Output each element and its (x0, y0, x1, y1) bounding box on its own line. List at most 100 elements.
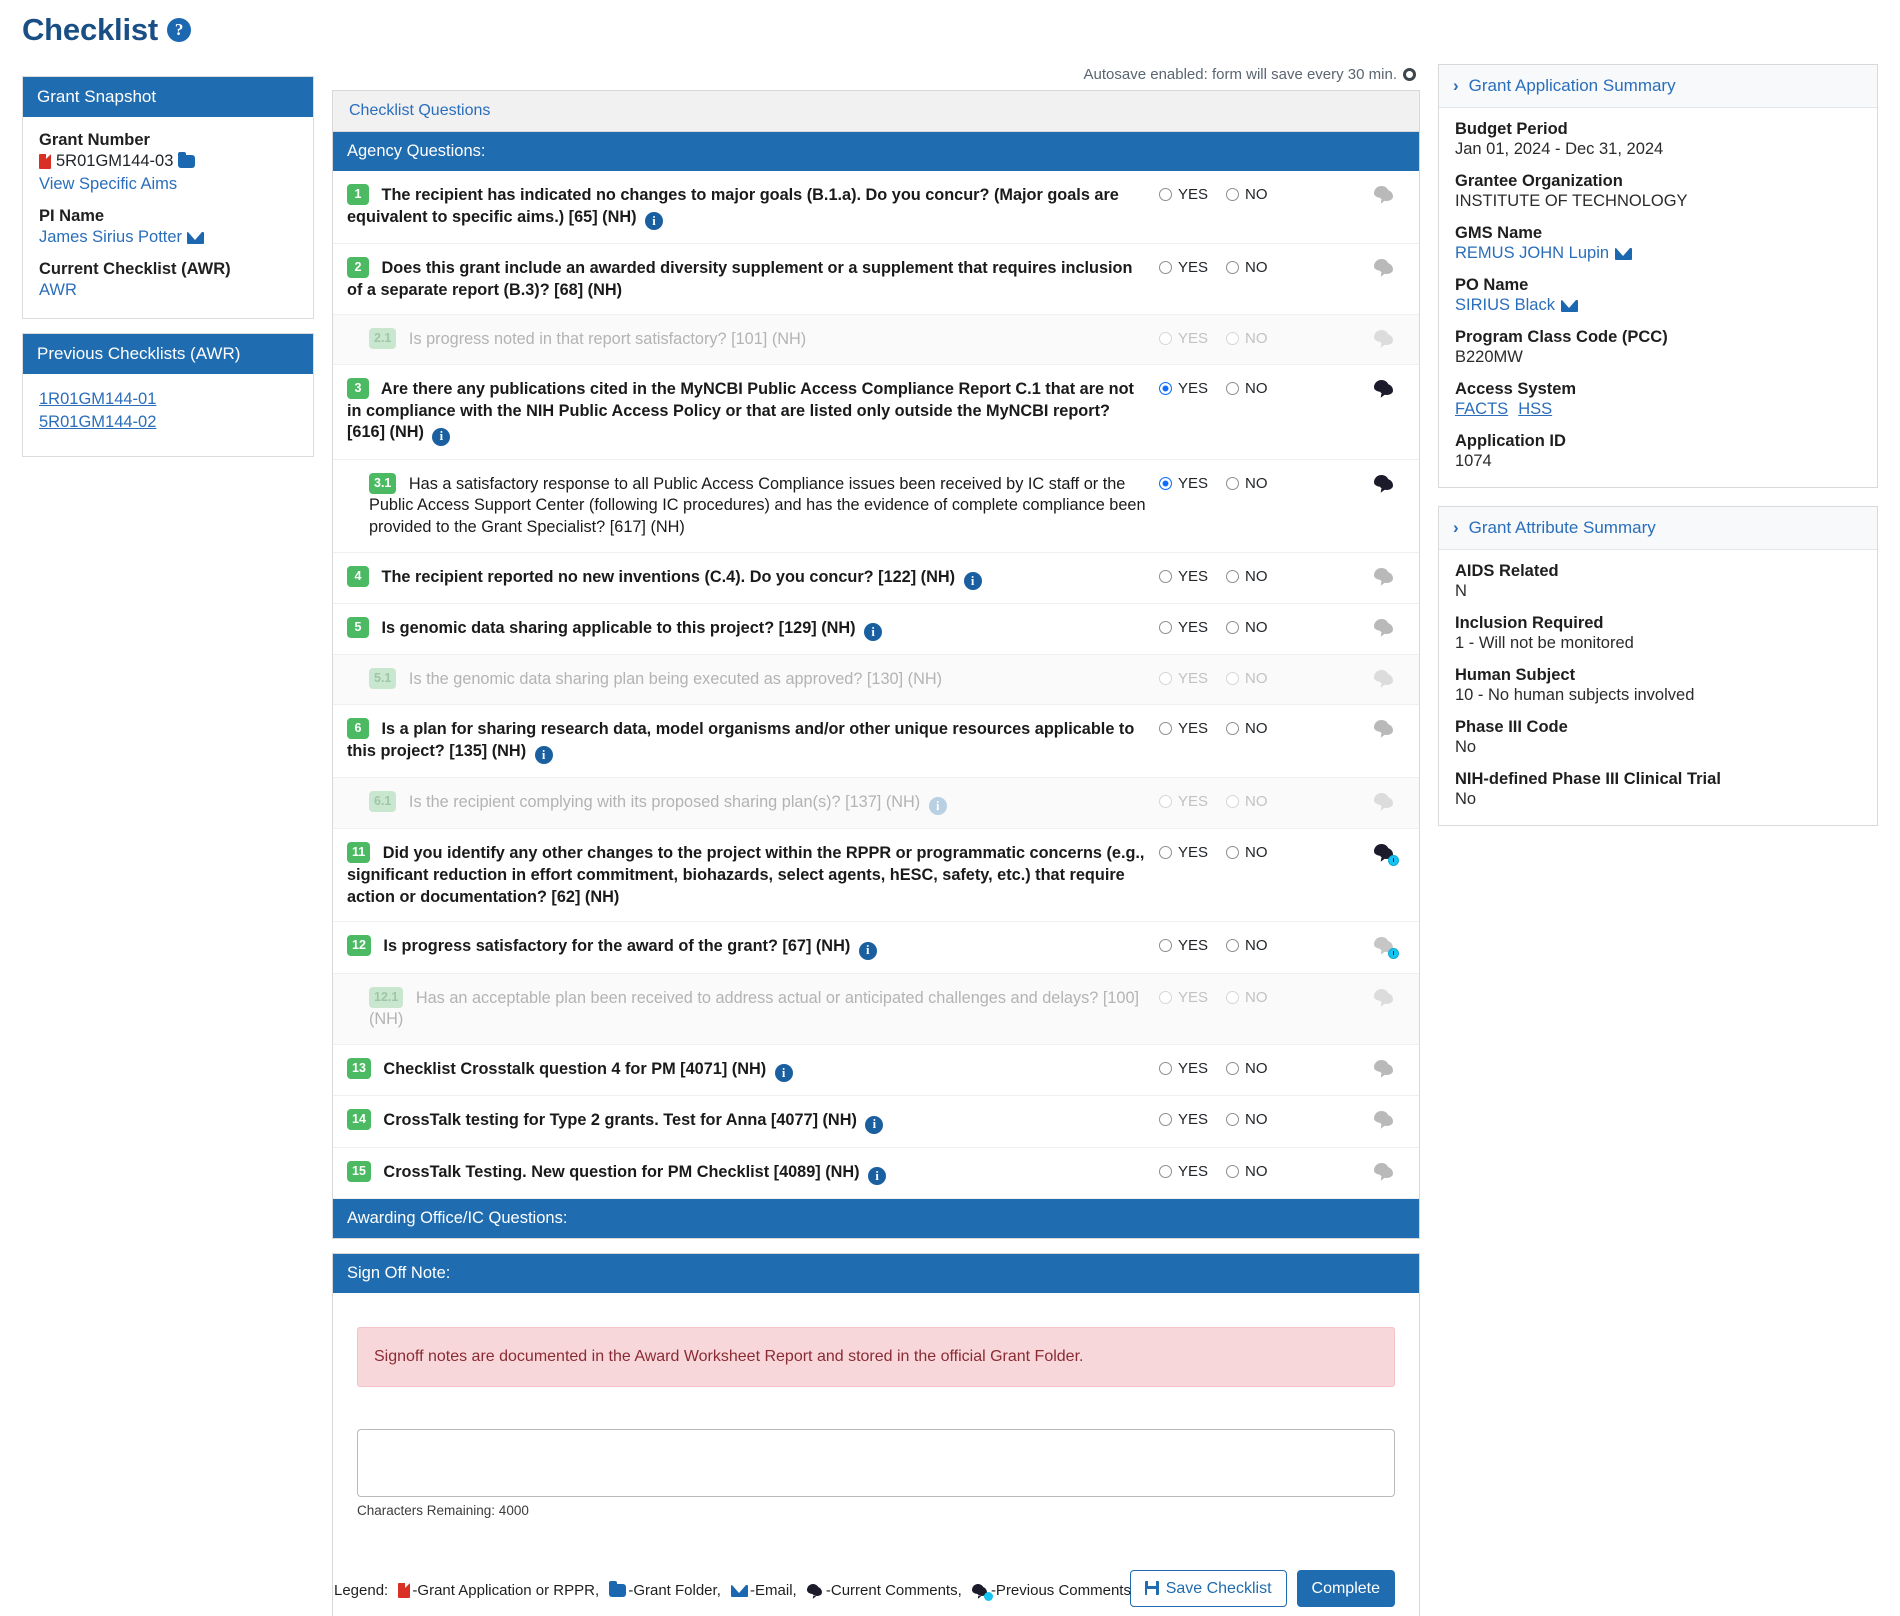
radio-yes-input[interactable] (1159, 1113, 1172, 1127)
comments-icon[interactable] (1374, 1162, 1396, 1181)
radio-option-no[interactable]: NO (1226, 619, 1268, 636)
radio-option-yes[interactable]: YES (1159, 720, 1208, 737)
radio-option-no[interactable]: NO (1226, 844, 1268, 861)
info-icon[interactable]: i (645, 211, 664, 230)
info-icon[interactable]: i (868, 1166, 887, 1185)
radio-option-no[interactable]: NO (1226, 568, 1268, 585)
comment-cell (1359, 473, 1411, 493)
radio-no-input[interactable] (1226, 620, 1240, 634)
radio-yes-input[interactable] (1159, 260, 1172, 274)
radio-option-yes[interactable]: YES (1159, 1163, 1208, 1180)
access-system-link-hss[interactable]: HSS (1518, 400, 1552, 419)
radio-option-no[interactable]: NO (1226, 937, 1268, 954)
save-checklist-button[interactable]: Save Checklist (1129, 1569, 1287, 1608)
radio-option-yes[interactable]: YES (1159, 1111, 1208, 1128)
access-system-link-facts[interactable]: FACTS (1455, 400, 1508, 419)
radio-option-no[interactable]: NO (1226, 720, 1268, 737)
radio-option-yes[interactable]: YES (1159, 619, 1208, 636)
pi-name-link[interactable]: James Sirius Potter (39, 228, 182, 247)
po-name-link[interactable]: SIRIUS Black (1455, 296, 1555, 315)
radio-option-no[interactable]: NO (1226, 475, 1268, 492)
comments-icon[interactable] (1374, 618, 1396, 637)
tab-checklist-questions[interactable]: Checklist Questions (333, 91, 1419, 132)
info-icon[interactable]: i (963, 571, 982, 590)
info-icon[interactable]: i (858, 941, 877, 960)
grant-attribute-summary-header[interactable]: › Grant Attribute Summary (1439, 507, 1877, 550)
radio-yes-input[interactable] (1159, 1061, 1172, 1075)
info-icon[interactable]: i (864, 623, 883, 642)
radio-option-yes[interactable]: YES (1159, 186, 1208, 203)
gms-name-link[interactable]: REMUS JOHN Lupin (1455, 244, 1609, 263)
radio-no-input[interactable] (1226, 476, 1240, 490)
radio-no-input[interactable] (1226, 188, 1240, 201)
current-checklist-link[interactable]: AWR (39, 281, 77, 300)
radio-no-input[interactable] (1226, 1164, 1240, 1178)
radio-option-no[interactable]: NO (1226, 380, 1268, 397)
radio-no-input[interactable] (1226, 260, 1240, 274)
previous-checklist-item[interactable]: 5R01GM144-02 (39, 413, 297, 432)
radio-no-label: NO (1245, 474, 1268, 492)
radio-yes-input[interactable] (1159, 846, 1172, 860)
view-specific-aims-link[interactable]: View Specific Aims (39, 175, 177, 194)
info-icon[interactable]: i (432, 427, 451, 446)
radio-no-input (1226, 672, 1240, 686)
previous-checklist-item[interactable]: 1R01GM144-01 (39, 390, 297, 409)
current-comments-icon[interactable] (1374, 474, 1396, 493)
info-icon[interactable]: i (774, 1064, 793, 1083)
info-icon[interactable]: i (865, 1115, 884, 1134)
radio-option-yes[interactable]: YES (1159, 380, 1208, 397)
mail-icon[interactable] (1560, 299, 1578, 312)
radio-option-yes[interactable]: YES (1159, 844, 1208, 861)
info-icon[interactable]: i (928, 797, 947, 816)
radio-option-no[interactable]: NO (1226, 1163, 1268, 1180)
radio-option-no[interactable]: NO (1226, 186, 1268, 203)
radio-yes-input[interactable] (1159, 939, 1172, 953)
radio-no-input[interactable] (1226, 1113, 1240, 1127)
radio-no-input[interactable] (1226, 569, 1240, 583)
complete-button[interactable]: Complete (1296, 1569, 1395, 1608)
previous-comments-icon[interactable] (1374, 937, 1399, 960)
radio-no-input[interactable] (1226, 939, 1240, 953)
radio-yes-input[interactable] (1159, 569, 1172, 583)
comments-icon[interactable] (1374, 719, 1396, 738)
question-text: 12 Is progress satisfactory for the awar… (347, 935, 1149, 960)
grant-application-summary-header[interactable]: › Grant Application Summary (1439, 65, 1877, 108)
radio-yes-input[interactable] (1159, 382, 1172, 395)
legend-text-pdf: -Grant Application or RPPR, (412, 1582, 600, 1599)
comments-icon[interactable] (1374, 186, 1396, 204)
current-comments-icon[interactable] (1374, 380, 1396, 398)
signoff-note-input[interactable] (357, 1428, 1395, 1497)
radio-no-input[interactable] (1226, 1061, 1240, 1075)
radio-no-input[interactable] (1226, 382, 1240, 395)
comments-icon[interactable] (1374, 1059, 1396, 1078)
question-text: 13 Checklist Crosstalk question 4 for PM… (347, 1057, 1149, 1083)
help-icon[interactable]: ? (167, 18, 192, 42)
radio-yes-input[interactable] (1159, 476, 1172, 490)
mail-icon[interactable] (187, 231, 205, 244)
comments-icon[interactable] (1374, 1111, 1396, 1129)
pdf-icon[interactable] (39, 154, 51, 169)
radio-option-yes[interactable]: YES (1159, 937, 1208, 954)
mail-icon[interactable] (1615, 247, 1633, 260)
radio-option-yes[interactable]: YES (1159, 259, 1208, 276)
previous-comments-icon[interactable] (1374, 844, 1399, 867)
radio-option-no[interactable]: NO (1226, 1060, 1268, 1077)
radio-option-yes[interactable]: YES (1159, 568, 1208, 585)
phase-iii-code-label: Phase III Code (1455, 718, 1568, 736)
checklist-page: Checklist ? Grant Snapshot Grant Number … (0, 0, 1900, 1616)
radio-option-no[interactable]: NO (1226, 1111, 1268, 1128)
folder-icon[interactable] (178, 152, 196, 168)
radio-option-no[interactable]: NO (1226, 259, 1268, 276)
info-icon[interactable]: i (534, 745, 553, 764)
radio-yes-input[interactable] (1159, 620, 1172, 634)
comments-icon[interactable] (1374, 258, 1396, 277)
radio-yes-input[interactable] (1159, 188, 1172, 201)
radio-option-yes[interactable]: YES (1159, 475, 1208, 492)
question-text-cell: 14 CrossTalk testing for Type 2 grants. … (347, 1109, 1159, 1134)
radio-no-input[interactable] (1226, 846, 1240, 860)
radio-no-input[interactable] (1226, 721, 1240, 735)
radio-yes-input[interactable] (1159, 1164, 1172, 1178)
radio-option-yes[interactable]: YES (1159, 1060, 1208, 1077)
comments-icon[interactable] (1374, 567, 1396, 586)
radio-yes-input[interactable] (1159, 721, 1172, 735)
